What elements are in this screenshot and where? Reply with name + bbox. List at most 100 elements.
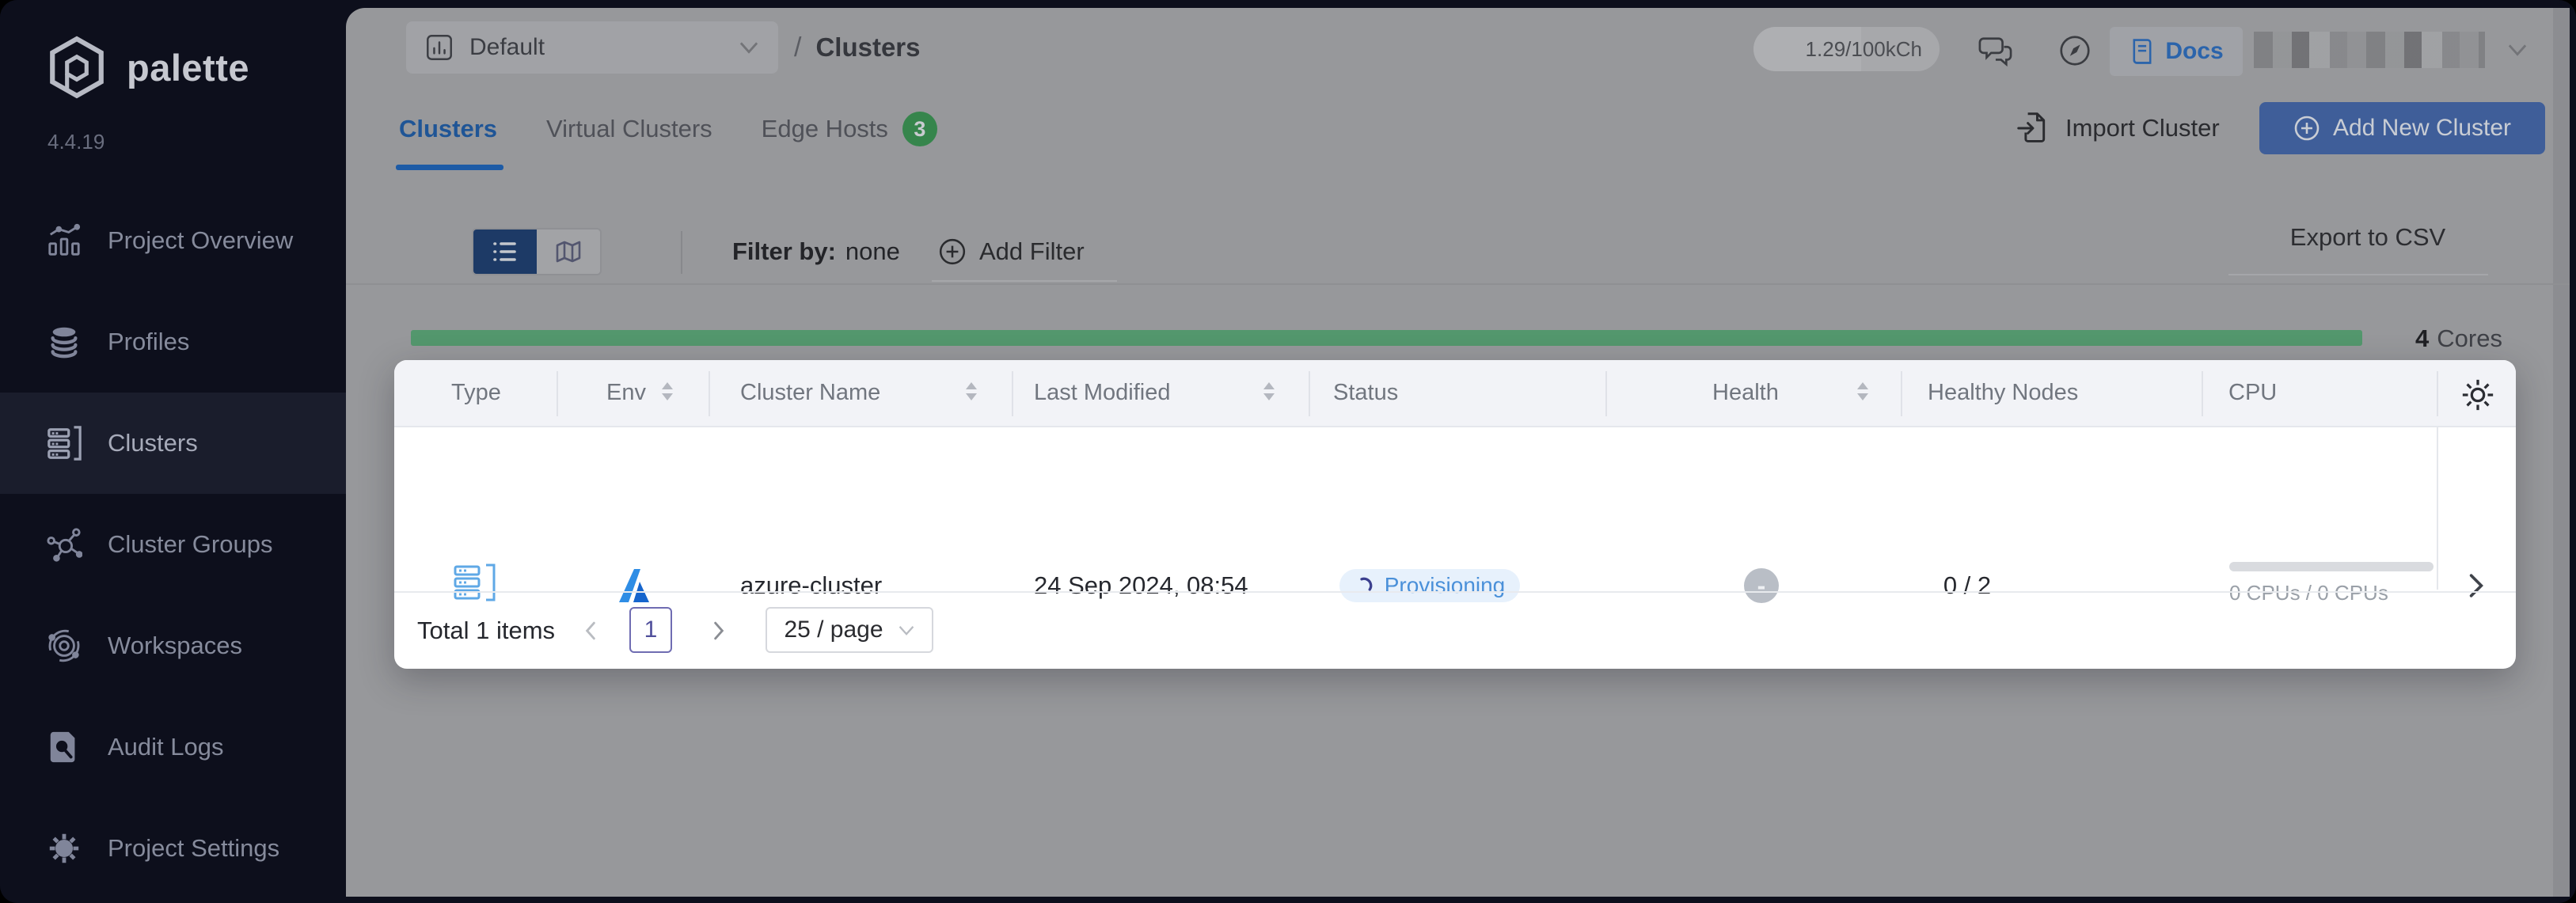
tab-edge-hosts[interactable]: Edge Hosts 3 xyxy=(762,112,937,146)
table-row[interactable]: azure-cluster 24 Sep 2024, 08:54 Provisi… xyxy=(394,427,2516,590)
export-to-csv-button[interactable]: Export to CSV xyxy=(2265,223,2471,252)
list-view-button[interactable] xyxy=(473,230,537,274)
palette-logo-icon xyxy=(44,35,109,100)
stack-icon xyxy=(46,324,82,360)
tab-virtual-clusters[interactable]: Virtual Clusters xyxy=(546,115,712,143)
breadcrumb-separator: / xyxy=(794,32,801,63)
sidebar-item-profiles[interactable]: Profiles xyxy=(0,291,346,393)
page-size-value: 25 / page xyxy=(784,617,883,643)
table-settings-button[interactable] xyxy=(2456,373,2500,417)
column-header-healthy-nodes: Healthy Nodes xyxy=(1928,360,2078,426)
bar-chart-icon xyxy=(46,222,82,259)
logo-wordmark: palette xyxy=(127,46,249,89)
column-header-health[interactable]: Health xyxy=(1712,360,1779,426)
column-divider xyxy=(557,371,558,416)
plus-circle-icon xyxy=(2293,115,2320,142)
column-header-type: Type xyxy=(451,360,501,426)
chat-button[interactable] xyxy=(1970,28,2020,73)
sidebar-item-label: Profiles xyxy=(108,328,189,356)
project-scope-value: Default xyxy=(469,34,545,61)
column-header-status: Status xyxy=(1333,360,1398,426)
gear-icon xyxy=(2460,377,2496,413)
book-icon xyxy=(2129,36,2156,66)
active-tab-underline xyxy=(396,165,503,170)
column-header-last-modified[interactable]: Last Modified xyxy=(1034,360,1171,426)
plus-circle-icon xyxy=(938,237,967,266)
sort-icon[interactable] xyxy=(1857,382,1868,400)
sidebar-item-project-settings[interactable]: Project Settings xyxy=(0,798,346,899)
compass-icon xyxy=(2057,32,2093,69)
table-header: Type Env Cluster Name Last Modified Stat… xyxy=(394,360,2516,427)
previous-page-button[interactable] xyxy=(575,615,606,647)
audit-log-icon xyxy=(46,729,82,765)
chat-icon xyxy=(1976,34,2014,67)
column-divider xyxy=(1605,371,1607,416)
import-cluster-label: Import Cluster xyxy=(2065,114,2220,142)
sidebar-item-project-overview[interactable]: Project Overview xyxy=(0,190,346,291)
user-menu[interactable] xyxy=(2254,32,2528,68)
column-divider xyxy=(1901,371,1902,416)
help-button[interactable] xyxy=(2050,28,2100,73)
add-filter-button[interactable]: Add Filter xyxy=(938,228,1085,275)
column-divider xyxy=(1309,371,1310,416)
sidebar-item-label: Workspaces xyxy=(108,632,242,660)
docs-button[interactable]: Docs xyxy=(2110,27,2243,76)
pagination-total: Total 1 items xyxy=(417,593,555,669)
sidebar-item-label: Audit Logs xyxy=(108,733,224,761)
app-logo: palette xyxy=(44,35,249,100)
column-divider xyxy=(2437,427,2438,590)
sort-icon[interactable] xyxy=(1263,382,1275,400)
redacted-username xyxy=(2254,32,2485,68)
orbit-icon xyxy=(46,628,82,664)
column-header-cpu: CPU xyxy=(2228,360,2277,426)
main-content: Default / Clusters 1.29/100kCh xyxy=(346,8,2570,897)
sidebar-nav: Project Overview Profiles xyxy=(0,190,346,899)
next-page-button[interactable] xyxy=(703,615,735,647)
capacity-bar xyxy=(411,330,2502,346)
clusters-icon xyxy=(46,425,82,461)
import-icon xyxy=(2016,110,2050,146)
dashboard-icon xyxy=(425,33,454,62)
sidebar-item-audit-logs[interactable]: Audit Logs xyxy=(0,696,346,798)
list-icon xyxy=(491,238,519,265)
capacity-value: 4 xyxy=(2415,324,2429,353)
column-header-cluster-name[interactable]: Cluster Name xyxy=(740,360,880,426)
sort-icon[interactable] xyxy=(966,382,977,400)
pagination: Total 1 items 1 xyxy=(394,591,2516,669)
sidebar-item-cluster-groups[interactable]: Cluster Groups xyxy=(0,494,346,595)
version-label: 4.4.19 xyxy=(47,130,104,154)
docs-label: Docs xyxy=(2165,38,2223,65)
sidebar-item-workspaces[interactable]: Workspaces xyxy=(0,595,346,696)
usage-badge[interactable]: 1.29/100kCh xyxy=(1753,27,1940,71)
view-toggle xyxy=(472,228,602,275)
column-header-env[interactable]: Env xyxy=(606,360,646,426)
project-scope-selector[interactable]: Default xyxy=(406,21,778,74)
import-cluster-button[interactable]: Import Cluster xyxy=(2016,102,2220,154)
sort-icon[interactable] xyxy=(662,382,673,400)
filter-by-value: none xyxy=(845,237,900,266)
sidebar-item-label: Project Settings xyxy=(108,834,279,863)
map-icon xyxy=(555,240,582,264)
capacity-unit: Cores xyxy=(2437,324,2502,353)
sidebar-item-clusters[interactable]: Clusters xyxy=(0,393,346,494)
tab-label: Virtual Clusters xyxy=(546,115,712,143)
column-divider xyxy=(2437,371,2438,416)
chevron-right-icon xyxy=(712,621,726,640)
sidebar-item-label: Project Overview xyxy=(108,226,293,255)
gear-icon xyxy=(46,830,82,867)
map-view-button[interactable] xyxy=(537,230,600,274)
current-page-button[interactable]: 1 xyxy=(629,607,672,653)
add-new-cluster-button[interactable]: Add New Cluster xyxy=(2259,102,2545,154)
tab-label: Edge Hosts xyxy=(762,115,888,143)
filter-by: Filter by: none xyxy=(732,228,900,275)
add-filter-label: Add Filter xyxy=(979,237,1085,266)
add-filter-underline xyxy=(932,280,1117,282)
divider xyxy=(681,231,682,274)
cluster-tabs: Clusters Virtual Clusters Edge Hosts 3 xyxy=(399,101,937,157)
divider xyxy=(346,283,2570,285)
tab-clusters[interactable]: Clusters xyxy=(399,115,497,143)
scrollbar-gutter[interactable] xyxy=(2553,8,2570,897)
page-size-select[interactable]: 25 / page xyxy=(766,607,933,653)
sidebar-item-label: Clusters xyxy=(108,429,198,457)
sidebar: palette 4.4.19 Project Overview xyxy=(0,0,346,903)
